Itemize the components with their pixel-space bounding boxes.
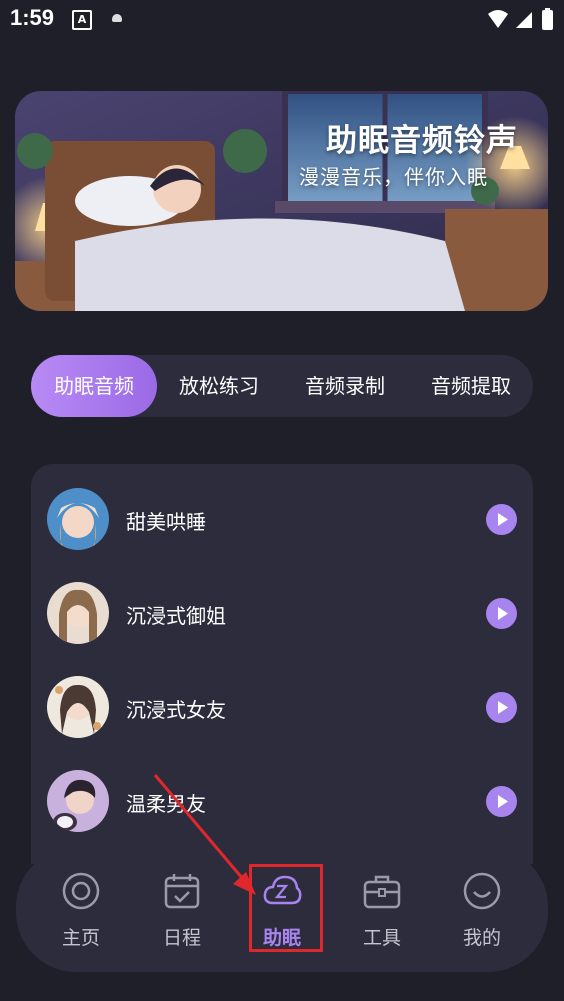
nav-schedule-label: 日程 bbox=[162, 927, 201, 949]
play-icon bbox=[498, 701, 508, 714]
list-item[interactable]: 沉浸式御姐 bbox=[31, 558, 533, 652]
play-icon bbox=[498, 513, 508, 526]
avatar bbox=[47, 770, 109, 832]
item-title: 沉浸式女友 bbox=[126, 698, 226, 722]
nav-mine[interactable]: 我的 bbox=[442, 847, 522, 972]
list-item[interactable]: 沉浸式女友 bbox=[31, 652, 533, 746]
notification-cloud-icon bbox=[112, 14, 122, 22]
item-title: 温柔男友 bbox=[126, 792, 206, 816]
system-status-icons bbox=[488, 8, 553, 30]
signal-icon bbox=[516, 12, 532, 28]
avatar bbox=[47, 582, 109, 644]
play-button[interactable] bbox=[486, 786, 517, 817]
tab-audio-record[interactable]: 音频录制 bbox=[281, 355, 409, 417]
play-button[interactable] bbox=[486, 692, 517, 723]
nav-tools[interactable]: 工具 bbox=[342, 847, 422, 972]
play-button[interactable] bbox=[486, 504, 517, 535]
tab-relax-practice[interactable]: 放松练习 bbox=[157, 355, 281, 417]
item-title: 沉浸式御姐 bbox=[126, 604, 226, 628]
nav-home[interactable]: 主页 bbox=[41, 847, 121, 972]
avatar bbox=[47, 488, 109, 550]
banner-subtitle: 漫漫音乐，伴你入眠 bbox=[299, 165, 488, 189]
nav-schedule[interactable]: 日程 bbox=[142, 847, 222, 972]
notification-a-icon: A bbox=[72, 10, 92, 30]
play-button[interactable] bbox=[486, 598, 517, 629]
play-icon bbox=[498, 607, 508, 620]
sleep-banner[interactable]: 助眠音频铃声 漫漫音乐，伴你入眠 bbox=[15, 91, 548, 311]
calendar-icon bbox=[164, 874, 200, 909]
avatar bbox=[47, 676, 109, 738]
list-item[interactable]: 温柔男友 bbox=[31, 746, 533, 840]
smile-profile-icon bbox=[463, 872, 501, 910]
toolbox-icon bbox=[363, 875, 401, 909]
wifi-icon bbox=[488, 10, 508, 28]
highlight-box bbox=[249, 864, 323, 952]
nav-mine-label: 我的 bbox=[462, 927, 501, 949]
list-item[interactable]: 甜美哄睡 bbox=[31, 464, 533, 558]
status-bar: 1:59 A bbox=[0, 0, 564, 40]
play-icon bbox=[498, 795, 508, 808]
audio-list: 甜美哄睡 沉浸式御姐 沉浸式女友 温柔男友 bbox=[31, 464, 533, 864]
nav-home-label: 主页 bbox=[61, 927, 100, 949]
nav-tools-label: 工具 bbox=[362, 927, 401, 949]
category-tabs: 助眠音频 放松练习 音频录制 音频提取 bbox=[31, 355, 533, 417]
tab-sleep-audio[interactable]: 助眠音频 bbox=[31, 355, 157, 417]
status-time: 1:59 bbox=[10, 5, 55, 30]
battery-icon bbox=[542, 10, 553, 30]
home-circle-icon bbox=[62, 872, 100, 910]
tab-audio-extract[interactable]: 音频提取 bbox=[409, 355, 533, 417]
item-title: 甜美哄睡 bbox=[126, 510, 206, 534]
banner-title: 助眠音频铃声 bbox=[326, 123, 518, 159]
